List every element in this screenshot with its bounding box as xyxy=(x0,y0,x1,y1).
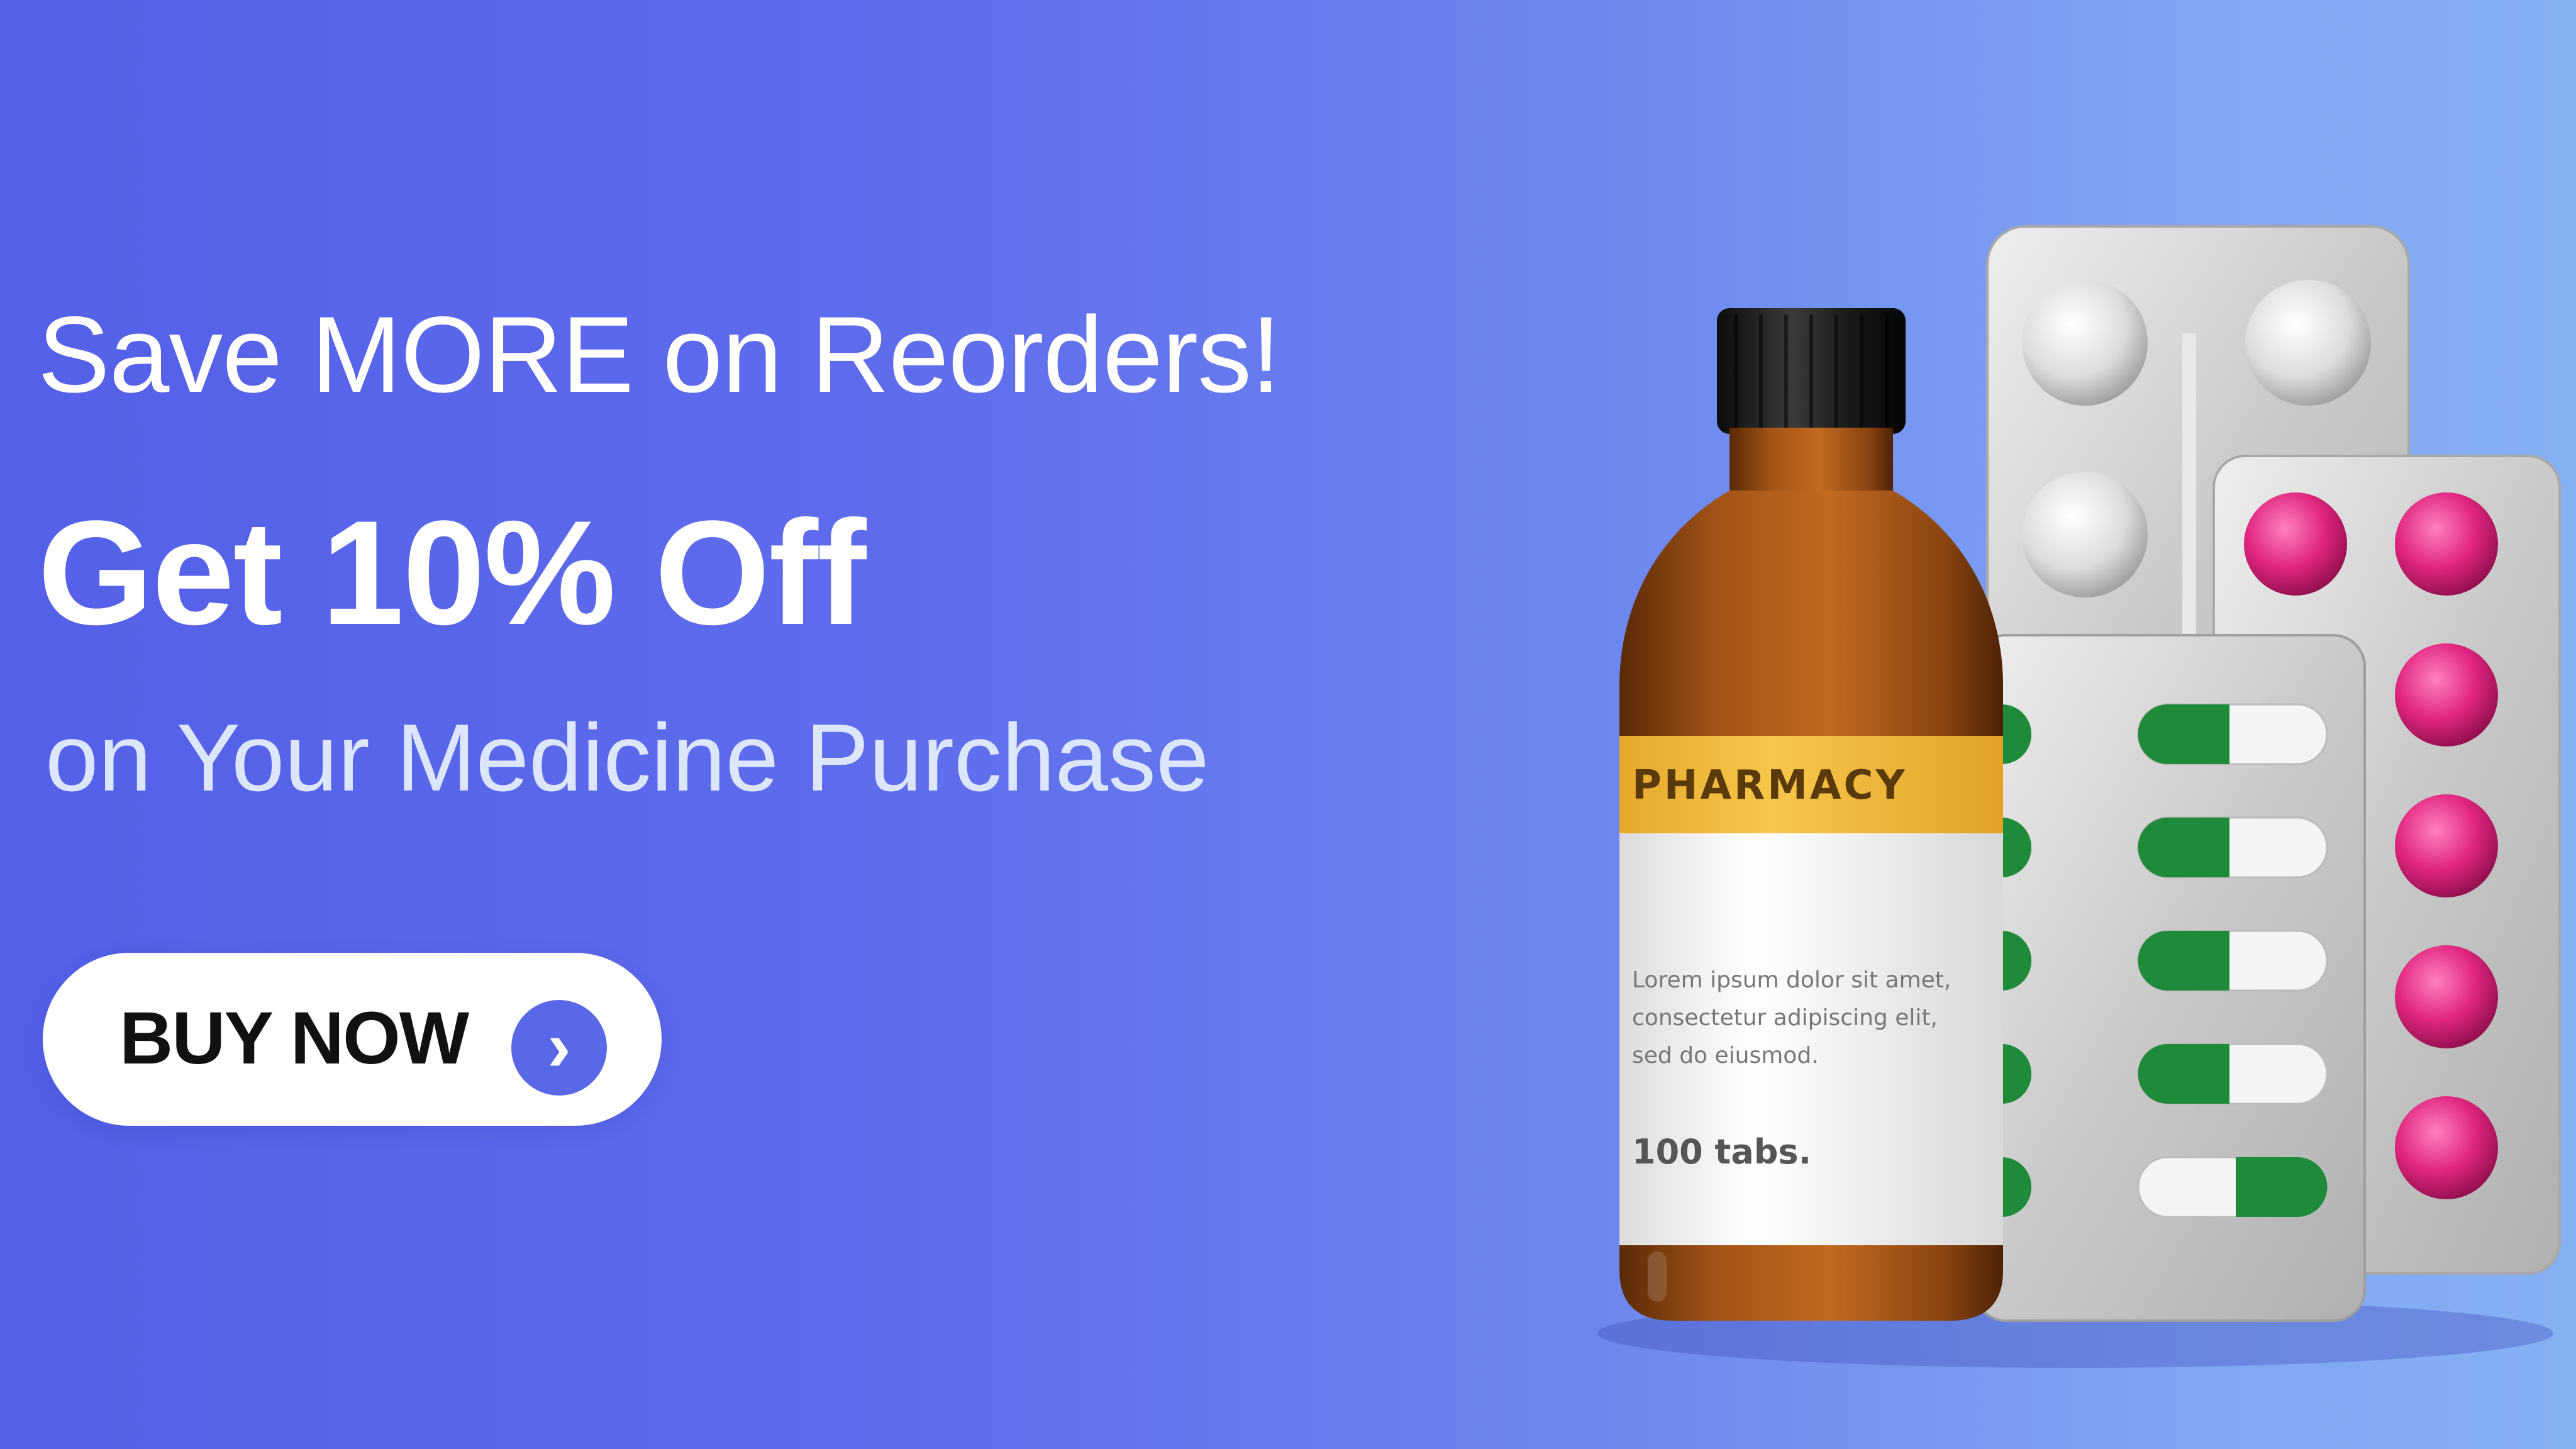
chevron-right-icon: › xyxy=(511,1000,607,1096)
bottle-label-count: 100 tabs. xyxy=(1632,1132,1811,1172)
buy-now-label: BUY NOW xyxy=(119,997,469,1080)
bottle-label-line: consectetur adipiscing elit, xyxy=(1632,1005,1938,1031)
product-image: PHARMACY Lorem ipsum dolor sit amet, con… xyxy=(1597,225,2561,1368)
promo-banner: Save MORE on Reorders! Get 10% Off on Yo… xyxy=(0,0,2576,1449)
offer-text: Get 10% Off xyxy=(38,490,867,656)
subline-text: on Your Medicine Purchase xyxy=(45,704,1209,811)
headline: Save MORE on Reorders! xyxy=(38,294,1281,415)
buy-now-button[interactable]: BUY NOW › xyxy=(43,953,662,1126)
bottle-label-brand: PHARMACY xyxy=(1632,762,1907,809)
bottle-label-line: Lorem ipsum dolor sit amet, xyxy=(1632,967,1951,993)
bottle-label-line: sed do eiusmod. xyxy=(1632,1043,1819,1069)
